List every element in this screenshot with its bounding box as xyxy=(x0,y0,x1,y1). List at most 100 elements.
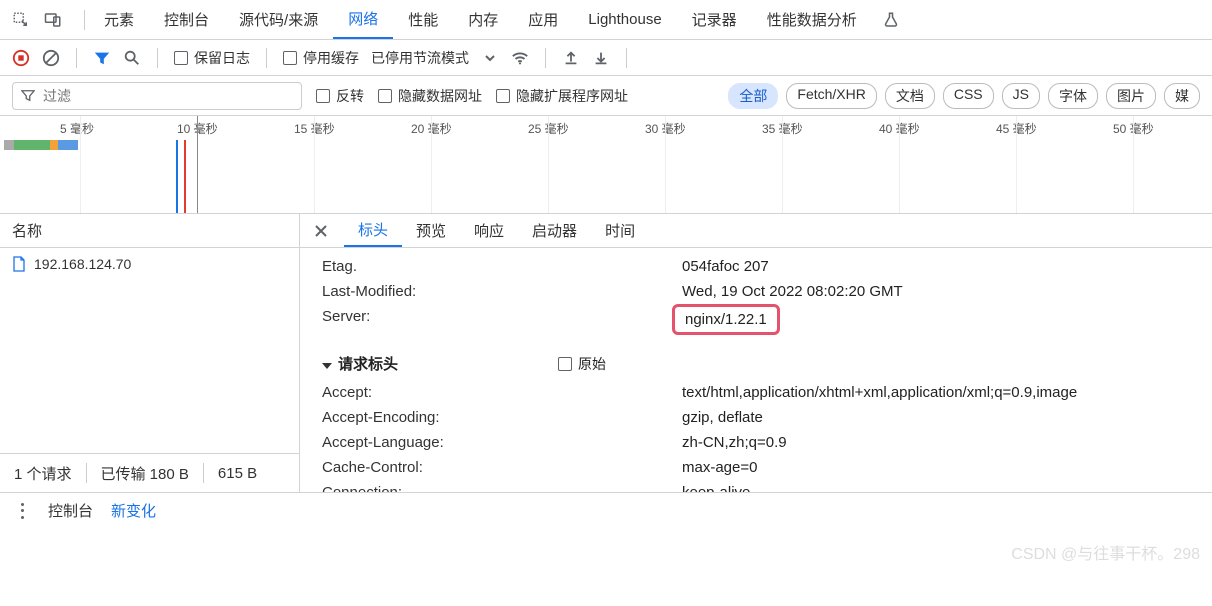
hide-ext-urls-checkbox[interactable]: 隐藏扩展程序网址 xyxy=(496,86,628,106)
filter-input[interactable] xyxy=(43,88,293,104)
stop-record-icon[interactable] xyxy=(12,49,30,67)
close-icon[interactable] xyxy=(310,220,332,242)
type-pill-全部[interactable]: 全部 xyxy=(728,83,778,109)
server-highlight: nginx/1.22.1 xyxy=(672,304,780,335)
type-pill-文档[interactable]: 文档 xyxy=(885,83,935,109)
type-filter-group: 全部 Fetch/XHR 文档 CSS JS 字体图片媒 xyxy=(728,83,1200,109)
tick-line xyxy=(1133,116,1134,213)
search-icon[interactable] xyxy=(123,49,141,67)
request-list: 名称 192.168.124.70 1 个请求 已传输 180 B 615 B xyxy=(0,214,300,492)
download-icon[interactable] xyxy=(592,49,610,67)
tick-line xyxy=(665,116,666,213)
tick-line xyxy=(431,116,432,213)
detail-tab-预览[interactable]: 预览 xyxy=(402,214,460,247)
hide-data-urls-label: 隐藏数据网址 xyxy=(398,86,482,106)
request-row[interactable]: 192.168.124.70 xyxy=(0,248,299,280)
detail-tab-时间[interactable]: 时间 xyxy=(591,214,649,247)
overview-bar xyxy=(4,138,78,152)
checkbox-icon xyxy=(174,51,188,65)
type-pill-字体[interactable]: 字体 xyxy=(1048,83,1098,109)
top-tab-性能数据分析[interactable]: 性能数据分析 xyxy=(752,0,872,39)
kebab-icon[interactable] xyxy=(14,503,30,519)
hide-data-urls-checkbox[interactable]: 隐藏数据网址 xyxy=(378,86,482,106)
top-tab-元素[interactable]: 元素 xyxy=(89,0,149,39)
disable-cache-checkbox[interactable]: 停用缓存 xyxy=(283,48,359,68)
tick-line xyxy=(782,116,783,213)
filter-input-wrap[interactable] xyxy=(12,82,302,110)
checkbox-icon xyxy=(316,89,330,103)
detail-tab-启动器[interactable]: 启动器 xyxy=(518,214,591,247)
raw-checkbox[interactable]: 原始 xyxy=(558,354,606,374)
triangle-down-icon xyxy=(322,363,332,369)
top-tab-bar: 元素控制台源代码/来源网络性能内存应用Lighthouse记录器性能数据分析 xyxy=(0,0,1212,40)
wifi-icon[interactable] xyxy=(511,49,529,67)
separator xyxy=(84,10,85,30)
checkbox-icon xyxy=(496,89,510,103)
checkbox-icon xyxy=(283,51,297,65)
upload-icon[interactable] xyxy=(562,49,580,67)
resources-size: 615 B xyxy=(218,465,257,482)
headers-body: Etag. 054fafoc 207 Last-Modified: Wed, 1… xyxy=(300,248,1212,492)
header-last-modified: Last-Modified: Wed, 19 Oct 2022 08:02:20… xyxy=(300,279,1212,304)
filter-icon[interactable] xyxy=(93,49,111,67)
top-tab-性能[interactable]: 性能 xyxy=(393,0,453,39)
invert-checkbox[interactable]: 反转 xyxy=(316,86,364,106)
clear-icon[interactable] xyxy=(42,49,60,67)
header-cache-control: Cache-Control:max-age=0 xyxy=(300,455,1212,480)
detail-tab-响应[interactable]: 响应 xyxy=(460,214,518,247)
preserve-log-checkbox[interactable]: 保留日志 xyxy=(174,48,250,68)
document-icon xyxy=(12,256,26,272)
invert-label: 反转 xyxy=(336,86,364,106)
separator xyxy=(157,48,158,68)
top-tab-源代码/来源[interactable]: 源代码/来源 xyxy=(224,0,333,39)
top-tab-list: 元素控制台源代码/来源网络性能内存应用Lighthouse记录器性能数据分析 xyxy=(89,0,872,39)
checkbox-icon xyxy=(558,357,572,371)
top-tab-网络[interactable]: 网络 xyxy=(333,0,393,39)
chevron-down-icon[interactable] xyxy=(481,49,499,67)
detail-panel: 标头预览响应启动器时间 Etag. 054fafoc 207 Last-Modi… xyxy=(300,214,1212,492)
tick-line xyxy=(899,116,900,213)
detail-tab-bar: 标头预览响应启动器时间 xyxy=(300,214,1212,248)
console-drawer-tab[interactable]: 控制台 xyxy=(48,500,93,521)
header-connection: Connection:keep-alive xyxy=(300,480,1212,492)
filter-bar: 反转 隐藏数据网址 隐藏扩展程序网址 全部 Fetch/XHR 文档 CSS JS 字体图… xyxy=(0,76,1212,116)
type-pill-图片[interactable]: 图片 xyxy=(1106,83,1156,109)
header-server: Server: nginx/1.22.1 xyxy=(300,304,1212,335)
requests-count: 1 个请求 xyxy=(14,463,72,484)
summary-bar: 1 个请求 已传输 180 B 615 B xyxy=(0,454,299,492)
type-pill-媒[interactable]: 媒 xyxy=(1164,83,1200,109)
type-pill-CSS[interactable]: CSS xyxy=(943,83,994,109)
top-tab-Lighthouse[interactable]: Lighthouse xyxy=(573,0,676,39)
throttling-select[interactable]: 已停用节流模式 xyxy=(371,48,469,68)
device-icon[interactable] xyxy=(44,11,62,29)
separator xyxy=(626,48,627,68)
request-headers-section[interactable]: 请求标头 原始 xyxy=(300,347,1212,380)
type-pill-JS[interactable]: JS xyxy=(1002,83,1040,109)
tick-line xyxy=(197,116,198,213)
bottom-bar: 控制台 新变化 xyxy=(0,492,1212,528)
detail-tab-标头[interactable]: 标头 xyxy=(344,214,402,247)
checkbox-icon xyxy=(378,89,392,103)
timeline: 5 毫秒10 毫秒15 毫秒20 毫秒25 毫秒30 毫秒35 毫秒40 毫秒4… xyxy=(0,116,1212,214)
preserve-log-label: 保留日志 xyxy=(194,48,250,68)
flask-icon[interactable] xyxy=(882,11,900,29)
funnel-icon xyxy=(21,89,35,103)
transferred-size: 已传输 180 B xyxy=(101,463,189,484)
header-accept-language: Accept-Language:zh-CN,zh;q=0.9 xyxy=(300,430,1212,455)
disable-cache-label: 停用缓存 xyxy=(303,48,359,68)
header-accept: Accept:text/html,application/xhtml+xml,a… xyxy=(300,380,1212,405)
top-tab-记录器[interactable]: 记录器 xyxy=(677,0,752,39)
header-etag: Etag. 054fafoc 207 xyxy=(300,254,1212,279)
tick-line xyxy=(314,116,315,213)
tick-line xyxy=(80,116,81,213)
request-name: 192.168.124.70 xyxy=(34,256,131,272)
top-tab-应用[interactable]: 应用 xyxy=(513,0,573,39)
hide-ext-urls-label: 隐藏扩展程序网址 xyxy=(516,86,628,106)
top-tab-控制台[interactable]: 控制台 xyxy=(149,0,224,39)
name-column-header[interactable]: 名称 xyxy=(0,214,299,248)
type-pill-Fetch/XHR[interactable]: Fetch/XHR xyxy=(786,83,876,109)
whats-new-tab[interactable]: 新变化 xyxy=(111,500,156,521)
inspect-icon[interactable] xyxy=(12,11,30,29)
top-tab-内存[interactable]: 内存 xyxy=(453,0,513,39)
header-accept-encoding: Accept-Encoding:gzip, deflate xyxy=(300,405,1212,430)
